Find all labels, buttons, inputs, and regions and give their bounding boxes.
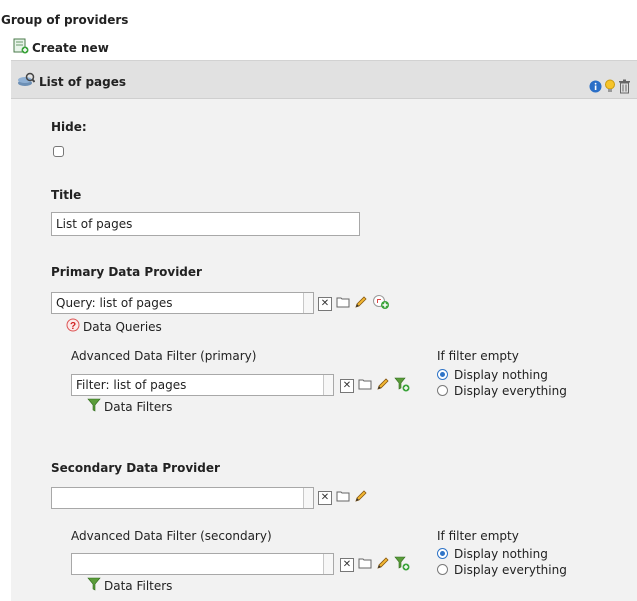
- primary-filter-select[interactable]: Filter: list of pages: [71, 374, 334, 396]
- add-filter-icon[interactable]: [394, 555, 410, 574]
- folder-icon[interactable]: [358, 378, 372, 393]
- secondary-display-nothing-option[interactable]: Display nothing: [437, 546, 548, 561]
- primary-display-everything-option[interactable]: Display everything: [437, 383, 567, 398]
- primary-provider-select[interactable]: Query: list of pages: [51, 292, 314, 314]
- primary-filter-tools: ✕: [340, 376, 410, 395]
- add-filter-icon[interactable]: [394, 376, 410, 395]
- primary-provider-label: Primary Data Provider: [51, 265, 202, 279]
- filter-icon: [87, 398, 101, 415]
- folder-icon[interactable]: [336, 296, 350, 311]
- primary-if-empty-label: If filter empty: [437, 349, 519, 363]
- secondary-if-empty-label: If filter empty: [437, 529, 519, 543]
- display-everything-label: Display everything: [454, 562, 567, 577]
- secondary-display-everything-option[interactable]: Display everything: [437, 562, 567, 577]
- pencil-icon[interactable]: [376, 556, 390, 573]
- data-queries-label: Data Queries: [83, 319, 162, 334]
- record-actions: [589, 79, 631, 97]
- title-input[interactable]: List of pages: [51, 212, 360, 236]
- data-filters-link[interactable]: Data Filters: [87, 577, 172, 594]
- record-title[interactable]: List of pages: [17, 72, 126, 91]
- title-label: Title: [51, 188, 82, 202]
- primary-filter-value: Filter: list of pages: [76, 378, 187, 392]
- add-query-icon[interactable]: [372, 294, 390, 313]
- data-provider-icon: [17, 72, 36, 91]
- help-query-icon: ?: [66, 318, 80, 335]
- secondary-provider-tools: ✕: [318, 489, 368, 506]
- folder-icon[interactable]: [336, 490, 350, 505]
- trash-icon[interactable]: [618, 79, 631, 97]
- select-scrollbar[interactable]: [323, 554, 333, 574]
- primary-display-nothing-option[interactable]: Display nothing: [437, 367, 548, 382]
- pencil-icon[interactable]: [354, 489, 368, 506]
- select-scrollbar[interactable]: [303, 293, 313, 313]
- group-title: Group of providers: [1, 13, 129, 27]
- primary-provider-value: Query: list of pages: [56, 296, 173, 310]
- record-title-label: List of pages: [39, 74, 127, 89]
- select-scrollbar[interactable]: [323, 375, 333, 395]
- hide-label: Hide:: [51, 120, 87, 134]
- data-filters-link[interactable]: Data Filters: [87, 398, 172, 415]
- display-nothing-label: Display nothing: [454, 367, 548, 382]
- display-everything-label: Display everything: [454, 383, 567, 398]
- remove-button[interactable]: ✕: [318, 490, 332, 505]
- radio-display-nothing[interactable]: [437, 369, 448, 380]
- remove-button[interactable]: ✕: [340, 557, 354, 572]
- radio-display-everything[interactable]: [437, 564, 448, 575]
- info-icon[interactable]: [589, 80, 602, 96]
- secondary-provider-label: Secondary Data Provider: [51, 461, 220, 475]
- remove-button[interactable]: ✕: [318, 296, 332, 311]
- create-new-button[interactable]: Create new: [13, 38, 109, 57]
- select-scrollbar[interactable]: [303, 488, 313, 508]
- lightbulb-icon[interactable]: [604, 79, 616, 97]
- primary-provider-tools: ✕: [318, 294, 390, 313]
- create-new-label: Create new: [32, 40, 109, 55]
- data-filters-label: Data Filters: [104, 578, 173, 593]
- radio-display-everything[interactable]: [437, 385, 448, 396]
- pencil-icon[interactable]: [354, 295, 368, 312]
- secondary-provider-select[interactable]: [51, 487, 314, 509]
- data-queries-link[interactable]: ? Data Queries: [66, 318, 162, 335]
- secondary-filter-label: Advanced Data Filter (secondary): [71, 529, 272, 543]
- folder-icon[interactable]: [358, 557, 372, 572]
- secondary-filter-select[interactable]: [71, 553, 334, 575]
- primary-filter-label: Advanced Data Filter (primary): [71, 349, 257, 363]
- hide-checkbox[interactable]: [53, 146, 64, 157]
- data-filters-label: Data Filters: [104, 399, 173, 414]
- remove-button[interactable]: ✕: [340, 378, 354, 393]
- secondary-filter-tools: ✕: [340, 555, 410, 574]
- filter-icon: [87, 577, 101, 594]
- pencil-icon[interactable]: [376, 377, 390, 394]
- radio-display-nothing[interactable]: [437, 548, 448, 559]
- new-record-icon: [13, 38, 29, 57]
- display-nothing-label: Display nothing: [454, 546, 548, 561]
- svg-text:?: ?: [70, 321, 76, 332]
